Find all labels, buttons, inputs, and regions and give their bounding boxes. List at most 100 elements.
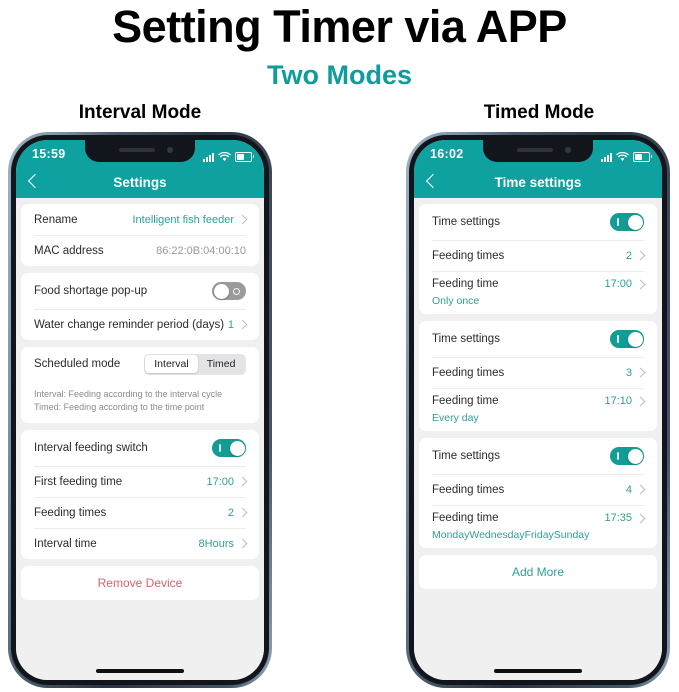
scheduled-mode-description: Interval: Feeding according to the inter…	[21, 381, 259, 423]
row-value: 2	[625, 249, 632, 262]
battery-icon	[633, 152, 652, 162]
food-shortage-toggle[interactable]	[212, 282, 246, 300]
row-label: First feeding time	[34, 475, 123, 488]
segment-interval[interactable]: Interval	[145, 355, 198, 373]
toggle-knob	[213, 283, 229, 299]
earpiece-speaker-icon	[517, 148, 553, 152]
chevron-right-icon	[635, 367, 646, 378]
toggle-mark-icon	[233, 287, 240, 295]
repeat-schedule-label: Only once	[432, 295, 480, 307]
notch	[483, 140, 593, 162]
timer-group-card: Time settings Feeding times 4 Feeding ti…	[419, 438, 657, 548]
time-settings-toggle[interactable]	[610, 213, 644, 231]
toggle-knob	[627, 214, 643, 230]
interval-mode-phone: 15:59 Settings Rename Intelligent fish f…	[8, 132, 272, 688]
earpiece-speaker-icon	[119, 148, 155, 152]
row-label: Scheduled mode	[34, 358, 121, 370]
reminders-card: Food shortage pop-up Water change remind…	[21, 273, 259, 340]
row-feeding-times[interactable]: Feeding times 3	[419, 357, 657, 388]
toggle-mark-icon	[219, 444, 221, 453]
row-label: Feeding time	[432, 278, 499, 290]
phone-bezel: 15:59 Settings Rename Intelligent fish f…	[11, 135, 269, 685]
add-more-card[interactable]: Add More	[419, 555, 657, 589]
nav-title: Settings	[113, 175, 167, 190]
chevron-right-icon	[237, 319, 248, 330]
mode-labels: Interval Mode Timed Mode	[0, 102, 679, 132]
row-label: Interval feeding switch	[34, 442, 148, 455]
status-clock: 15:59	[32, 147, 66, 161]
nav-title: Time settings	[494, 175, 582, 190]
toggle-mark-icon	[617, 218, 619, 226]
row-first-feeding-time[interactable]: First feeding time 17:00	[21, 466, 259, 497]
repeat-schedule-label: Every day	[432, 412, 479, 424]
add-more-button[interactable]: Add More	[419, 555, 657, 589]
row-rename[interactable]: Rename Intelligent fish feeder	[21, 204, 259, 235]
row-time-settings[interactable]: Time settings	[419, 204, 657, 240]
chevron-right-icon	[237, 507, 248, 518]
row-interval-feeding-switch[interactable]: Interval feeding switch	[21, 430, 259, 466]
row-feeding-time[interactable]: Feeding time 17:35 MondayWednesdayFriday…	[419, 505, 657, 548]
row-interval-time[interactable]: Interval time 8Hours	[21, 528, 259, 559]
chevron-right-icon	[635, 396, 646, 406]
row-label: Time settings	[432, 333, 500, 345]
front-camera-icon	[565, 147, 571, 153]
page-subtitle: Two Modes	[267, 60, 412, 90]
row-label: Interval time	[34, 537, 97, 550]
row-feeding-times[interactable]: Feeding times 2	[21, 497, 259, 528]
notch	[85, 140, 195, 162]
row-feeding-times[interactable]: Feeding times 2	[419, 240, 657, 271]
row-label: Feeding times	[34, 506, 107, 519]
row-value: 3	[625, 366, 632, 379]
signal-bars-icon	[203, 152, 214, 162]
status-icons	[203, 148, 254, 162]
row-time-settings[interactable]: Time settings	[419, 321, 657, 357]
time-settings-scroll-area[interactable]: Time settings Feeding times 2 Feeding ti…	[414, 198, 662, 680]
row-label: Time settings	[432, 450, 500, 462]
row-value: 86:22:0B:04:00:10	[156, 244, 246, 257]
status-bar: 16:02	[414, 140, 662, 170]
interval-mode-caption: Interval Mode	[78, 102, 202, 123]
row-label: Rename	[34, 213, 78, 226]
row-water-change-reminder[interactable]: Water change reminder period (days) 1	[21, 309, 259, 340]
timer-group-card: Time settings Feeding times 3 Feeding ti…	[419, 321, 657, 431]
remove-device-card[interactable]: Remove Device	[21, 566, 259, 601]
row-time-settings[interactable]: Time settings	[419, 438, 657, 474]
row-value: 1	[227, 318, 234, 331]
time-settings-toggle[interactable]	[610, 330, 644, 348]
chevron-right-icon	[237, 214, 248, 225]
row-label: Feeding times	[432, 483, 505, 496]
scheduled-mode-card: Scheduled mode Interval Timed Interval: …	[21, 347, 259, 424]
repeat-schedule-label: MondayWednesdayFridaySunday	[432, 529, 590, 541]
remove-device-button[interactable]: Remove Device	[21, 566, 259, 600]
toggle-knob	[229, 440, 245, 456]
phones-container: 15:59 Settings Rename Intelligent fish f…	[0, 132, 679, 692]
status-clock: 16:02	[430, 147, 464, 161]
row-feeding-time[interactable]: Feeding time 17:00 Only once	[419, 271, 657, 314]
segment-timed[interactable]: Timed	[198, 355, 245, 373]
row-feeding-times[interactable]: Feeding times 4	[419, 474, 657, 505]
row-value: 17:00	[206, 475, 234, 488]
chevron-right-icon	[635, 279, 646, 289]
row-scheduled-mode: Scheduled mode Interval Timed	[21, 347, 259, 381]
description-line-1: Interval: Feeding according to the inter…	[34, 389, 223, 399]
timer-group-card: Time settings Feeding times 2 Feeding ti…	[419, 204, 657, 314]
row-value: Intelligent fish feeder	[132, 213, 234, 226]
row-label: Food shortage pop-up	[34, 285, 148, 297]
row-label: Feeding time	[432, 512, 499, 524]
row-food-shortage-popup[interactable]: Food shortage pop-up	[21, 273, 259, 309]
row-label: Feeding time	[432, 395, 499, 407]
time-settings-toggle[interactable]	[610, 447, 644, 465]
scheduled-mode-segmented-control[interactable]: Interval Timed	[143, 353, 246, 375]
status-bar: 15:59	[16, 140, 264, 170]
interval-feeding-toggle[interactable]	[212, 439, 246, 458]
phone-bezel: 16:02 Time settings Time settings Feedin…	[409, 135, 667, 685]
row-feeding-time[interactable]: Feeding time 17:10 Every day	[419, 388, 657, 431]
settings-scroll-area[interactable]: Rename Intelligent fish feeder MAC addre…	[16, 198, 264, 680]
row-label: Water change reminder period (days)	[34, 318, 225, 331]
row-value: 4	[625, 483, 632, 496]
toggle-mark-icon	[617, 452, 619, 460]
timed-mode-phone: 16:02 Time settings Time settings Feedin…	[406, 132, 670, 688]
nav-bar: Time settings	[414, 170, 662, 198]
phone-screen: 16:02 Time settings Time settings Feedin…	[414, 140, 662, 680]
row-value: 17:00	[604, 278, 632, 290]
